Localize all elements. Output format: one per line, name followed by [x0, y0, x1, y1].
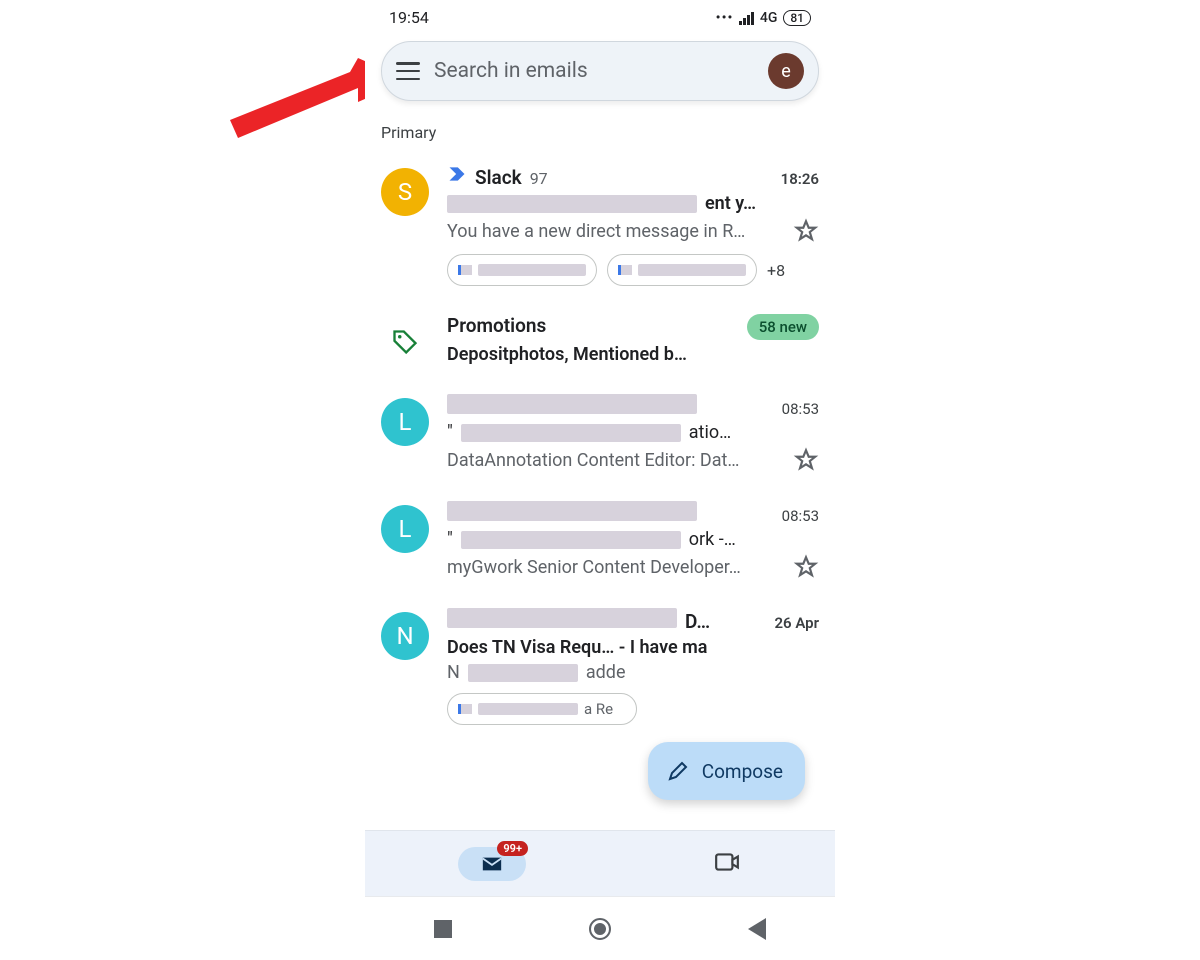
redacted-text	[468, 664, 578, 682]
video-icon	[712, 849, 742, 875]
compose-button[interactable]: Compose	[648, 742, 805, 800]
pencil-icon	[666, 759, 690, 783]
promotions-row[interactable]: Promotions 58 new Depositphotos, Mention…	[365, 302, 835, 382]
sender-avatar: L	[381, 505, 429, 553]
section-label: Primary	[365, 101, 835, 152]
battery-icon: 81	[783, 10, 811, 26]
attachment-chip[interactable]	[607, 254, 757, 286]
sender-avatar: L	[381, 398, 429, 446]
email-row[interactable]: S Slack 97 18:26 ent y… You have a new d…	[365, 152, 835, 302]
phone-frame: 19:54 ••• 4G 81 Search in emails e Prima…	[365, 0, 835, 960]
search-input[interactable]: Search in emails	[434, 59, 754, 83]
redacted-text	[461, 531, 681, 549]
nav-overview-icon[interactable]	[434, 920, 452, 938]
new-badge: 58 new	[747, 314, 819, 340]
star-icon[interactable]	[793, 218, 819, 244]
email-snippet: N	[447, 662, 460, 683]
email-time: 26 Apr	[774, 614, 819, 632]
compose-label: Compose	[702, 760, 783, 783]
tag-icon	[381, 318, 429, 366]
hamburger-menu-icon[interactable]	[396, 62, 420, 80]
promotions-subtitle: Depositphotos, Mentioned b…	[447, 344, 687, 365]
star-icon[interactable]	[793, 554, 819, 580]
sender-avatar: N	[381, 612, 429, 660]
attachment-chip[interactable]	[447, 254, 597, 286]
attachment-chip[interactable]: a Re	[447, 693, 637, 725]
network-label: 4G	[760, 10, 778, 26]
sender-suffix: D…	[685, 610, 710, 633]
bottom-tab-bar: 99+	[365, 830, 835, 896]
sender-avatar: S	[381, 168, 429, 216]
email-row[interactable]: L 08:53 " atio… DataAnnotation Content E…	[365, 382, 835, 489]
mail-badge: 99+	[497, 841, 528, 856]
redacted-text	[447, 195, 697, 213]
email-snippet: DataAnnotation Content Editor: Dat…	[447, 450, 779, 471]
status-right: ••• 4G 81	[716, 10, 811, 26]
meet-tab[interactable]	[712, 849, 742, 879]
nav-home-icon[interactable]	[589, 918, 611, 940]
email-time: 08:53	[782, 507, 819, 525]
account-avatar[interactable]: e	[768, 53, 804, 89]
email-snippet: myGwork Senior Content Developer…	[447, 557, 779, 578]
email-time: 18:26	[781, 170, 819, 188]
email-row[interactable]: L 08:53 " ork -… myGwork Senior Content …	[365, 489, 835, 596]
email-subject: Does TN Visa Requ… - I have ma	[447, 637, 819, 658]
priority-icon	[447, 164, 467, 184]
chip-more-count[interactable]: +8	[767, 261, 785, 280]
email-subject: ent y…	[705, 193, 756, 214]
email-snippet: You have a new direct message in R…	[447, 221, 779, 242]
star-icon[interactable]	[793, 447, 819, 473]
attachment-chips: a Re	[447, 693, 819, 725]
email-time: 08:53	[782, 400, 819, 418]
email-row[interactable]: N D… 26 Apr Does TN Visa Requ… - I have …	[365, 596, 835, 765]
redacted-text	[461, 424, 681, 442]
status-bar: 19:54 ••• 4G 81	[365, 0, 835, 31]
thread-count: 97	[530, 169, 548, 188]
status-time: 19:54	[389, 8, 429, 27]
email-subject: ork -…	[689, 529, 736, 550]
attachment-chips: +8	[447, 254, 819, 286]
redacted-text	[447, 608, 677, 628]
email-subject: atio…	[689, 422, 731, 443]
search-bar[interactable]: Search in emails e	[381, 41, 819, 101]
signal-icon	[739, 11, 754, 25]
redacted-text	[447, 394, 697, 414]
promotions-title: Promotions	[447, 314, 546, 337]
mail-icon	[478, 853, 506, 875]
redacted-text	[447, 501, 697, 521]
mail-tab[interactable]: 99+	[458, 847, 526, 881]
sender-name: Slack	[475, 166, 522, 189]
more-dots-icon: •••	[716, 10, 734, 26]
nav-back-icon[interactable]	[748, 918, 766, 940]
android-nav-bar	[365, 896, 835, 960]
